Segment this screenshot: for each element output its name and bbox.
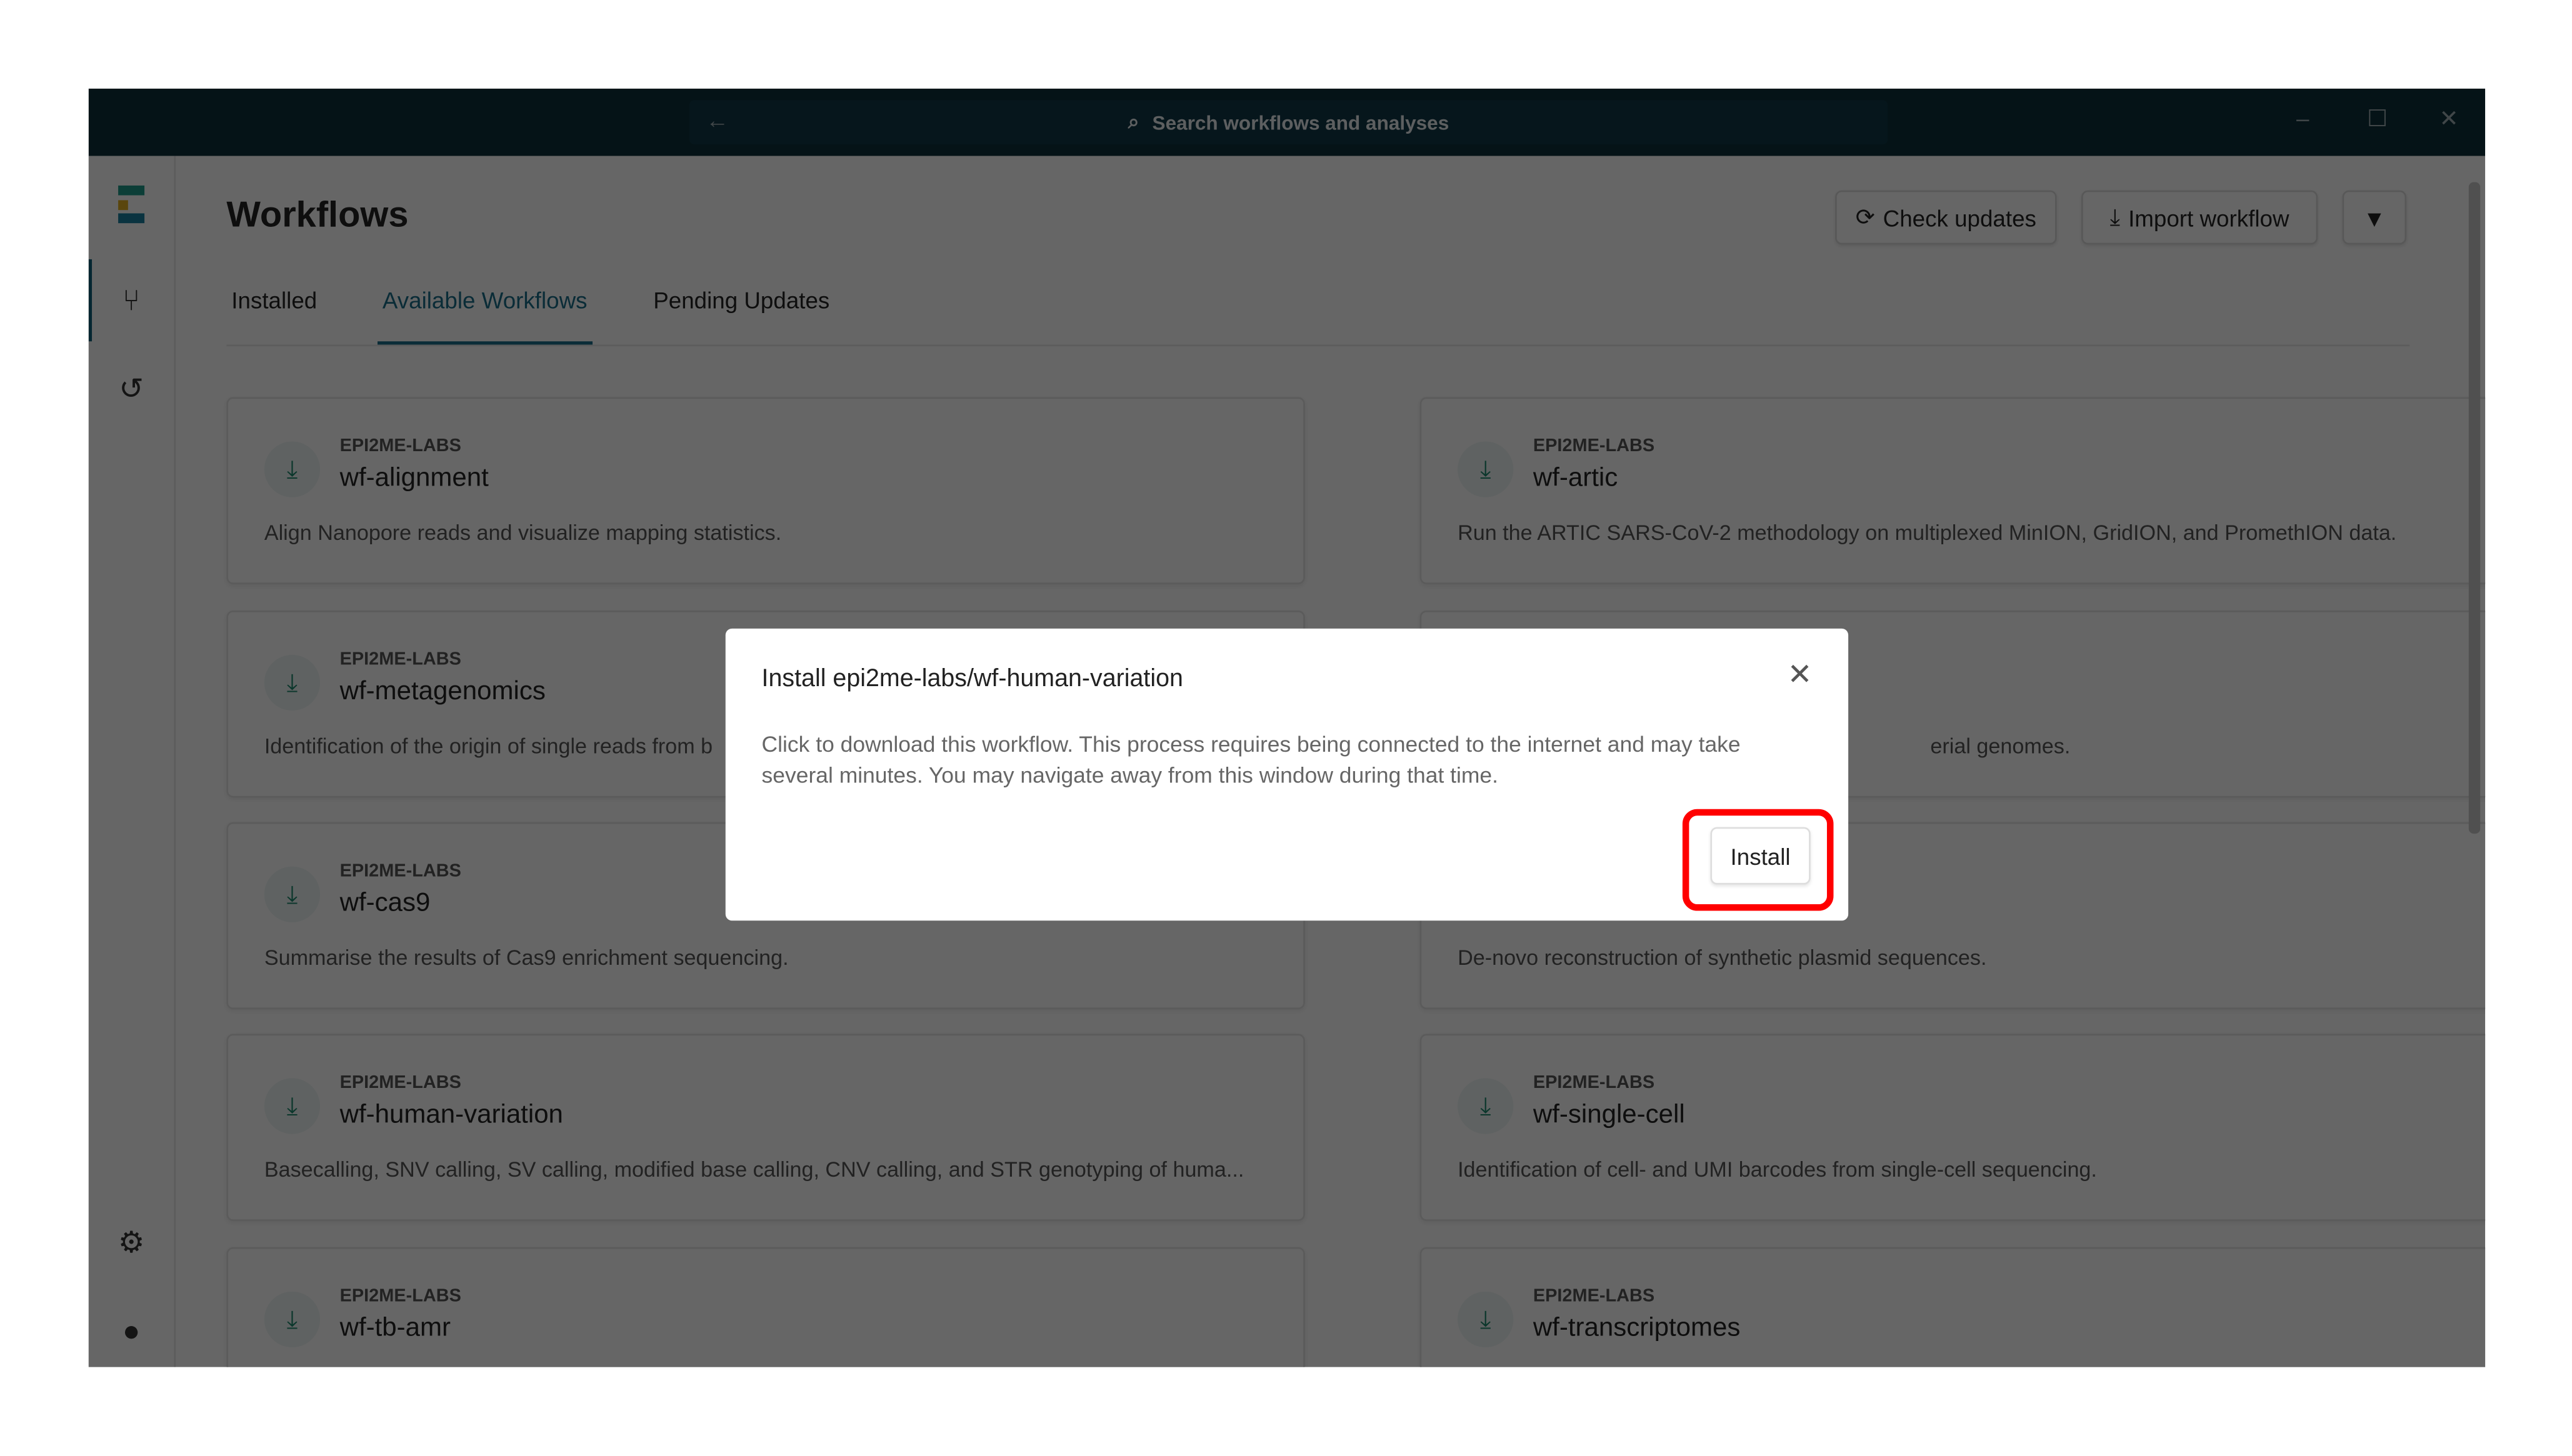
workflow-org: EPI2ME-LABS (339, 649, 461, 670)
close-window-button[interactable]: ✕ (2439, 105, 2459, 133)
workflow-description: erial genomes. (1930, 733, 2071, 759)
search-icon: ⌕ (1128, 109, 1139, 133)
maximize-button[interactable]: ☐ (2367, 105, 2388, 133)
workflow-description: Basecalling, SNV calling, SV calling, mo… (264, 1157, 1244, 1182)
download-icon[interactable]: ⤓ (264, 441, 321, 497)
workflow-card[interactable]: ⤓ EPI2ME-LABS wf-single-cell Identification… (1419, 1034, 2486, 1221)
search-bar[interactable]: ← ⌕ Search workflows and analyses (689, 100, 1888, 145)
workflow-org: EPI2ME-LABS (1533, 1286, 1655, 1307)
tab-available-workflows[interactable]: Available Workflows (378, 287, 593, 345)
download-icon[interactable]: ⤓ (1458, 441, 1514, 497)
scrollbar[interactable] (2468, 182, 2481, 834)
tab-pending-updates[interactable]: Pending Updates (648, 287, 834, 342)
workflow-card[interactable]: ⤓ EPI2ME-LABS wf-artic Run the ARTIC SARS-C… (1419, 397, 2486, 584)
download-icon[interactable]: ⤓ (1458, 1078, 1514, 1134)
install-button[interactable]: Install (1710, 827, 1811, 885)
workflow-org: EPI2ME-LABS (339, 1073, 461, 1094)
close-icon[interactable]: ✕ (1788, 658, 1813, 692)
workflow-card[interactable]: ⤓ EPI2ME-LABS wf-transcriptomes (1419, 1247, 2486, 1367)
sidebar: ⑂ ↺ ⚙ ● (88, 156, 176, 1367)
download-icon[interactable]: ⤓ (264, 1291, 321, 1348)
settings-gear-icon[interactable]: ⚙ (112, 1223, 151, 1262)
workflow-name: wf-cas9 (339, 889, 431, 918)
workflow-card[interactable]: ⤓ EPI2ME-LABS wf-alignment Align Nanopore r… (226, 397, 1305, 584)
download-icon[interactable]: ⤓ (264, 654, 321, 711)
active-indicator (88, 259, 93, 342)
account-user-icon[interactable]: ● (112, 1311, 151, 1350)
filter-button[interactable]: ▼ (2342, 190, 2407, 245)
import-workflow-button[interactable]: ⤓ Import workflow (2081, 190, 2318, 245)
workflow-org: EPI2ME-LABS (339, 861, 461, 882)
search-placeholder: Search workflows and analyses (1152, 111, 1449, 134)
workflow-name: wf-metagenomics (339, 677, 546, 706)
workflow-description: Identification of the origin of single r… (264, 733, 713, 759)
back-arrow-icon[interactable]: ← (706, 107, 729, 133)
workflow-name: wf-artic (1533, 464, 1618, 492)
workflow-name: wf-transcriptomes (1533, 1314, 1741, 1343)
download-icon[interactable]: ⤓ (264, 1078, 321, 1134)
download-icon[interactable]: ⤓ (1458, 1291, 1514, 1348)
workflow-description: Summarise the results of Cas9 enrichment… (264, 945, 789, 970)
workflow-org: EPI2ME-LABS (339, 436, 461, 457)
minimize-button[interactable]: – (2296, 105, 2309, 131)
workflow-name: wf-single-cell (1533, 1101, 1685, 1129)
workflow-description: Identification of cell- and UMI barcodes… (1458, 1157, 2097, 1182)
workflow-description: De-novo reconstruction of synthetic plas… (1458, 945, 1987, 970)
dialog-body: Click to download this workflow. This pr… (761, 732, 1741, 788)
workflow-name: wf-alignment (339, 464, 489, 492)
workflow-card[interactable]: ⤓ EPI2ME-LABS wf-human-variation Basecallin… (226, 1034, 1305, 1221)
page-title: Workflows (226, 193, 409, 235)
check-updates-button[interactable]: ⟳ Check updates (1835, 190, 2057, 245)
workflow-description: Run the ARTIC SARS-CoV-2 methodology on … (1458, 520, 2397, 545)
filter-icon: ▼ (2363, 204, 2386, 231)
download-icon[interactable]: ⤓ (264, 866, 321, 922)
dialog-title: Install epi2me-labs/wf-human-variation (761, 664, 1183, 693)
title-bar: ← ⌕ Search workflows and analyses – ☐ ✕ (88, 88, 2486, 156)
history-nav-icon[interactable]: ↺ (112, 369, 151, 409)
app-logo (112, 185, 151, 225)
workflow-org: EPI2ME-LABS (339, 1286, 461, 1307)
import-workflow-label: Import workflow (2128, 204, 2289, 231)
install-dialog: Install epi2me-labs/wf-human-variation ✕… (725, 628, 1849, 921)
workflow-description: Align Nanopore reads and visualize mappi… (264, 520, 782, 545)
workflow-org: EPI2ME-LABS (1533, 1073, 1655, 1094)
check-updates-label: Check updates (1883, 204, 2036, 231)
tab-installed[interactable]: Installed (226, 287, 322, 342)
tab-bar: Installed Available Workflows Pending Up… (226, 279, 2410, 347)
workflow-card[interactable]: ⤓ EPI2ME-LABS wf-tb-amr (226, 1247, 1305, 1367)
workflow-name: wf-human-variation (339, 1101, 563, 1129)
refresh-icon: ⟳ (1855, 203, 1875, 230)
workflows-nav-icon[interactable]: ⑂ (112, 281, 151, 320)
workflow-org: EPI2ME-LABS (1533, 436, 1655, 457)
download-icon: ⤓ (2109, 203, 2120, 230)
workflow-name: wf-tb-amr (339, 1314, 451, 1343)
